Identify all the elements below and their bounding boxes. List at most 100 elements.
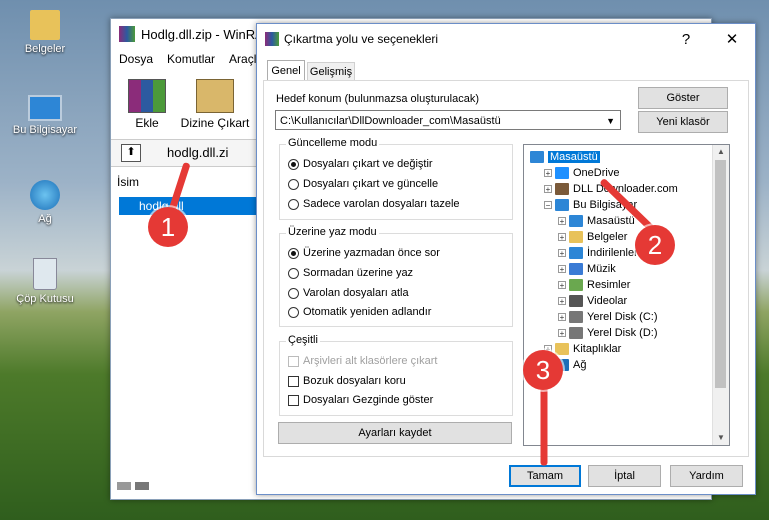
annotation-circle-3: 3: [523, 350, 563, 390]
add-button[interactable]: Ekle: [123, 79, 171, 130]
annotation-circle-1: 1: [148, 207, 188, 247]
tree-node-label: Belgeler: [587, 230, 628, 243]
chevron-down-icon[interactable]: ▼: [606, 111, 615, 131]
tree-node-label: Müzik: [587, 262, 616, 275]
tree-node[interactable]: + Belgeler: [558, 229, 627, 244]
archive-add-icon: [128, 79, 166, 113]
folder-icon: [555, 198, 569, 211]
help-title-button[interactable]: ?: [663, 24, 709, 54]
expand-toggle-icon[interactable]: −: [544, 200, 552, 209]
save-settings-button[interactable]: Ayarları kaydet: [278, 422, 512, 444]
tree-node[interactable]: + Resimler: [558, 277, 630, 292]
close-icon[interactable]: ✕: [709, 24, 755, 54]
file-row-selected[interactable]: hodlg.dll: [119, 197, 257, 215]
tree-node-label: Kitaplıklar: [573, 342, 622, 355]
radio-ask-before[interactable]: Üzerine yazmadan önce sor: [288, 247, 440, 259]
folder-icon: [569, 326, 583, 339]
tree-node-label: Yerel Disk (C:): [587, 310, 658, 323]
winrar-path[interactable]: hodlg.dll.zi: [167, 145, 228, 160]
tree-node[interactable]: + Yerel Disk (D:): [558, 325, 658, 340]
new-folder-button[interactable]: Yeni klasör: [638, 111, 728, 133]
tab-genel[interactable]: Genel: [267, 60, 305, 81]
scroll-down-icon[interactable]: ▼: [713, 431, 729, 445]
tree-node[interactable]: + İndirilenler: [558, 245, 638, 260]
tab-gelismis[interactable]: Gelişmiş: [307, 62, 355, 81]
annotation-circle-2: 2: [635, 225, 675, 265]
tree-scrollbar[interactable]: ▲ ▼: [712, 145, 729, 445]
expand-toggle-icon[interactable]: +: [558, 296, 566, 305]
desktop-icon-label: Ağ: [38, 213, 52, 225]
desktop-icon-bu-bilgisayar[interactable]: Bu Bilgisayar: [0, 95, 90, 136]
radio-extract-replace[interactable]: Dosyaları çıkart ve değiştir: [288, 158, 433, 170]
tree-node[interactable]: Masaüstü: [530, 149, 600, 164]
desktop-icon-cop-kutusu[interactable]: Çöp Kutusu: [0, 258, 90, 305]
scroll-up-icon[interactable]: ▲: [713, 145, 729, 159]
expand-toggle-icon[interactable]: +: [558, 248, 566, 257]
tree-node-label: Masaüstü: [587, 214, 635, 227]
update-mode-group: Güncelleme modu Dosyaları çıkart ve deği…: [279, 137, 513, 220]
desktop-icon-belgeler[interactable]: Belgeler: [0, 10, 90, 55]
folder-icon: [569, 214, 583, 227]
expand-toggle-icon[interactable]: +: [544, 184, 552, 193]
folder-icon: [569, 230, 583, 243]
recycle-bin-icon: [33, 258, 57, 290]
radio-extract-update[interactable]: Dosyaları çıkart ve güncelle: [288, 178, 438, 190]
folder-tree[interactable]: Masaüstü + OneDrive + DLL Downloader.com − Bu …: [523, 144, 730, 446]
tree-node-label: DLL Downloader.com: [573, 182, 678, 195]
extract-to-button[interactable]: Dizine Çıkart: [177, 79, 253, 130]
dest-path-combobox[interactable]: C:\Kullanıcılar\DllDownloader_com\Masaüs…: [275, 110, 621, 130]
tree-node[interactable]: + Yerel Disk (C:): [558, 309, 658, 324]
folder-icon: [569, 310, 583, 323]
tree-node[interactable]: + OneDrive: [544, 165, 619, 180]
misc-title: Çeşitli: [286, 334, 320, 346]
desktop-icon-label: Çöp Kutusu: [16, 293, 74, 305]
folder-icon: [555, 342, 569, 355]
tree-node[interactable]: + Videolar: [558, 293, 627, 308]
status-icons: [117, 481, 157, 491]
expand-toggle-icon[interactable]: +: [558, 232, 566, 241]
winrar-app-icon: [119, 26, 135, 42]
tree-node-label: OneDrive: [573, 166, 620, 179]
winrar-title: Hodlg.dll.zip - WinRA: [141, 26, 264, 42]
expand-toggle-icon[interactable]: +: [558, 216, 566, 225]
update-mode-title: Güncelleme modu: [286, 137, 380, 149]
menu-komutlar[interactable]: Komutlar: [167, 52, 215, 66]
tree-node-label: Yerel Disk (D:): [587, 326, 658, 339]
checkbox-keep-broken[interactable]: Bozuk dosyaları koru: [288, 375, 406, 387]
drive-icon: [117, 482, 131, 490]
up-folder-icon[interactable]: ⬆: [121, 144, 141, 162]
folder-icon: [569, 294, 583, 307]
tree-node-label: Ağ: [573, 358, 587, 371]
tree-node[interactable]: + Masaüstü: [558, 213, 635, 228]
radio-overwrite-no-ask[interactable]: Sormadan üzerine yaz: [288, 267, 413, 279]
radio-skip-existing[interactable]: Varolan dosyaları atla: [288, 287, 409, 299]
folder-icon: [569, 262, 583, 275]
annotation-arrow-3: [540, 383, 548, 466]
expand-toggle-icon[interactable]: +: [544, 168, 552, 177]
desktop-icon-ag[interactable]: Ağ: [0, 180, 90, 225]
expand-toggle-icon[interactable]: +: [558, 280, 566, 289]
folder-icon: [555, 182, 569, 195]
key-icon: [135, 482, 149, 490]
scroll-thumb[interactable]: [715, 160, 726, 388]
extract-folder-icon: [196, 79, 234, 113]
dialog-titlebar: Çıkartma yolu ve seçenekleri ? ✕: [257, 24, 755, 54]
menu-dosya[interactable]: Dosya: [119, 52, 153, 66]
cancel-button[interactable]: İptal: [588, 465, 661, 487]
column-header-name[interactable]: İsim: [117, 175, 139, 189]
show-button[interactable]: Göster: [638, 87, 728, 109]
expand-toggle-icon[interactable]: +: [558, 264, 566, 273]
expand-toggle-icon[interactable]: +: [558, 328, 566, 337]
dest-path-value: C:\Kullanıcılar\DllDownloader_com\Masaüs…: [280, 115, 501, 127]
checkbox-show-in-explorer[interactable]: Dosyaları Gezginde göster: [288, 394, 433, 406]
radio-auto-rename[interactable]: Otomatik yeniden adlandır: [288, 306, 431, 318]
folder-icon: [569, 278, 583, 291]
help-button[interactable]: Yardım: [670, 465, 743, 487]
tree-node-label: Videolar: [587, 294, 628, 307]
tree-node-label: İndirilenler: [587, 246, 638, 259]
radio-fresh-existing[interactable]: Sadece varolan dosyaları tazele: [288, 198, 460, 210]
expand-toggle-icon[interactable]: +: [558, 312, 566, 321]
overwrite-mode-title: Üzerine yaz modu: [286, 226, 379, 238]
tree-node[interactable]: + Müzik: [558, 261, 616, 276]
ok-button[interactable]: Tamam: [509, 465, 581, 487]
